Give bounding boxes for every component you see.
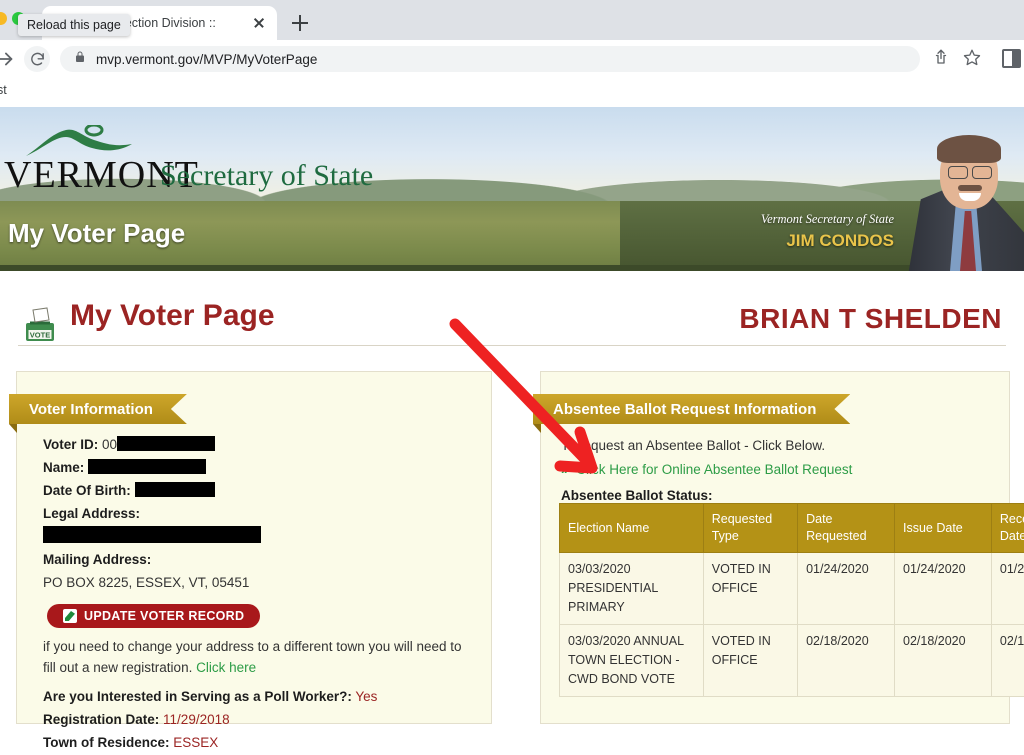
new-registration-link[interactable]: Click here [196, 660, 256, 675]
ribbon-fold [533, 424, 541, 433]
reload-tooltip: Reload this page [18, 14, 130, 36]
tab-strip: ...mont Election Division :: Reload this… [0, 0, 1024, 40]
update-voter-record-button[interactable]: UPDATE VOTER RECORD [47, 604, 260, 628]
reload-icon[interactable] [24, 46, 50, 72]
cell-election-name: 03/03/2020 ANNUAL TOWN ELECTION - CWD BO… [560, 625, 704, 697]
absentee-body: To request an Absentee Ballot - Click Be… [561, 436, 995, 503]
bookmarks-bar: ost [0, 78, 1024, 106]
col-requested-type: Requested Type [703, 504, 797, 553]
cell-received-date: 02/18/2020 [991, 625, 1024, 697]
page-content: VOTE My Voter Page BRIAN T SHELDEN Voter… [0, 271, 1024, 724]
browser-toolbar: mvp.vermont.gov/MVP/MyVoterPage [0, 40, 1024, 78]
mailing-address-value: PO BOX 8225, ESSEX, VT, 05451 [43, 572, 477, 593]
absentee-heading: Absentee Ballot Request Information [533, 394, 850, 424]
lock-icon [74, 50, 86, 69]
online-absentee-request-link[interactable]: Click Here for Online Absentee Ballot Re… [576, 462, 852, 477]
page-title: My Voter Page [70, 299, 275, 333]
portrait-mustache [958, 185, 982, 191]
forward-arrow-icon[interactable] [0, 48, 16, 70]
absentee-request-row: » Click Here for Online Absentee Ballot … [561, 460, 995, 480]
registration-date-label: Registration Date: [43, 712, 159, 727]
cell-issue-date: 02/18/2020 [895, 625, 992, 697]
address-bar[interactable]: mvp.vermont.gov/MVP/MyVoterPage [60, 46, 920, 72]
name-redaction [88, 459, 206, 474]
poll-worker-field: Are you Interested in Serving as a Poll … [43, 686, 477, 707]
cell-date-requested: 02/18/2020 [798, 625, 895, 697]
browser-chrome: ...mont Election Division :: Reload this… [0, 0, 1024, 78]
secretary-of-state-wordmark: Secretary of State [160, 159, 373, 193]
mailing-address-field: Mailing Address: [43, 549, 477, 570]
cell-received-date: 01/24/2020 [991, 553, 1024, 625]
dob-redaction [135, 482, 215, 497]
double-chevron-icon: » [561, 462, 569, 477]
update-voter-record-label: UPDATE VOTER RECORD [84, 609, 244, 623]
voter-id-redaction [117, 436, 215, 451]
col-issue-date: Issue Date [895, 504, 992, 553]
voter-information-body: Voter ID: 00 Name: Date Of Birth: Legal … [43, 434, 477, 755]
absentee-ballot-status-table: Election Name Requested Type Date Reques… [559, 503, 1024, 697]
cell-requested-type: VOTED IN OFFICE [703, 553, 797, 625]
ballot-box-icon: VOTE [20, 305, 60, 345]
title-divider [18, 345, 1006, 346]
dob-label: Date Of Birth: [43, 483, 131, 498]
cell-date-requested: 01/24/2020 [798, 553, 895, 625]
new-tab-button[interactable] [288, 11, 312, 35]
legal-address-redaction [43, 526, 261, 543]
address-change-note: if you need to change your address to a … [43, 636, 477, 678]
town-of-residence-label: Town of Residence: [43, 735, 170, 750]
legal-address-field: Legal Address: [43, 503, 477, 524]
table-row: 03/03/2020 ANNUAL TOWN ELECTION - CWD BO… [560, 625, 1024, 697]
official-name: JIM CONDOS [786, 231, 894, 251]
voter-name-heading: BRIAN T SHELDEN [739, 303, 1002, 335]
registration-date-field: Registration Date: 11/29/2018 [43, 709, 477, 730]
absentee-ballot-panel: Absentee Ballot Request Information To r… [540, 371, 1010, 724]
portrait-glasses-right [972, 166, 992, 179]
cell-election-name: 03/03/2020 PRESIDENTIAL PRIMARY [560, 553, 704, 625]
voter-information-heading: Voter Information [9, 394, 187, 424]
table-header-row: Election Name Requested Type Date Reques… [560, 504, 1024, 553]
table-row: 03/03/2020 PRESIDENTIAL PRIMARY VOTED IN… [560, 553, 1024, 625]
ribbon-fold [9, 424, 17, 433]
town-of-residence-field: Town of Residence: ESSEX [43, 732, 477, 753]
poll-worker-value: Yes [355, 689, 377, 704]
svg-text:VOTE: VOTE [30, 330, 50, 339]
registration-date-value: 11/29/2018 [163, 712, 230, 727]
cell-issue-date: 01/24/2020 [895, 553, 992, 625]
dob-field: Date Of Birth: [43, 480, 477, 501]
voter-id-value: 00 [102, 437, 117, 452]
voter-id-label: Voter ID: [43, 437, 98, 452]
town-of-residence-value: ESSEX [173, 735, 218, 750]
voter-information-panel: Voter Information Voter ID: 00 Name: Dat… [16, 371, 492, 724]
portrait-glasses-left [948, 166, 968, 179]
official-caption: Vermont Secretary of State [761, 212, 894, 227]
col-date-requested: Date Requested [798, 504, 895, 553]
cell-requested-type: VOTED IN OFFICE [703, 625, 797, 697]
legal-address-value [43, 526, 477, 547]
banner-page-label: My Voter Page [8, 218, 185, 249]
official-portrait [904, 109, 1024, 271]
edit-icon [63, 609, 77, 623]
mailing-address-label: Mailing Address: [43, 552, 151, 567]
name-label: Name: [43, 460, 84, 475]
side-panel-icon[interactable] [1002, 49, 1021, 68]
legal-address-label: Legal Address: [43, 506, 140, 521]
portrait-hair [937, 135, 1001, 163]
name-field: Name: [43, 457, 477, 478]
close-icon[interactable] [249, 13, 269, 33]
absentee-status-label: Absentee Ballot Status: [561, 488, 995, 503]
poll-worker-label: Are you Interested in Serving as a Poll … [43, 689, 352, 704]
share-icon[interactable] [932, 48, 954, 70]
col-received-date: Received Date [991, 504, 1024, 553]
window-minimize-button[interactable] [0, 12, 7, 25]
col-election-name: Election Name [560, 504, 704, 553]
star-icon[interactable] [963, 48, 985, 70]
url-text: mvp.vermont.gov/MVP/MyVoterPage [96, 52, 317, 67]
absentee-intro: To request an Absentee Ballot - Click Be… [561, 436, 995, 456]
site-banner: VERMONT Secretary of State My Voter Page… [0, 107, 1024, 271]
bookmark-item[interactable]: ost [0, 83, 7, 97]
voter-id-field: Voter ID: 00 [43, 434, 477, 455]
